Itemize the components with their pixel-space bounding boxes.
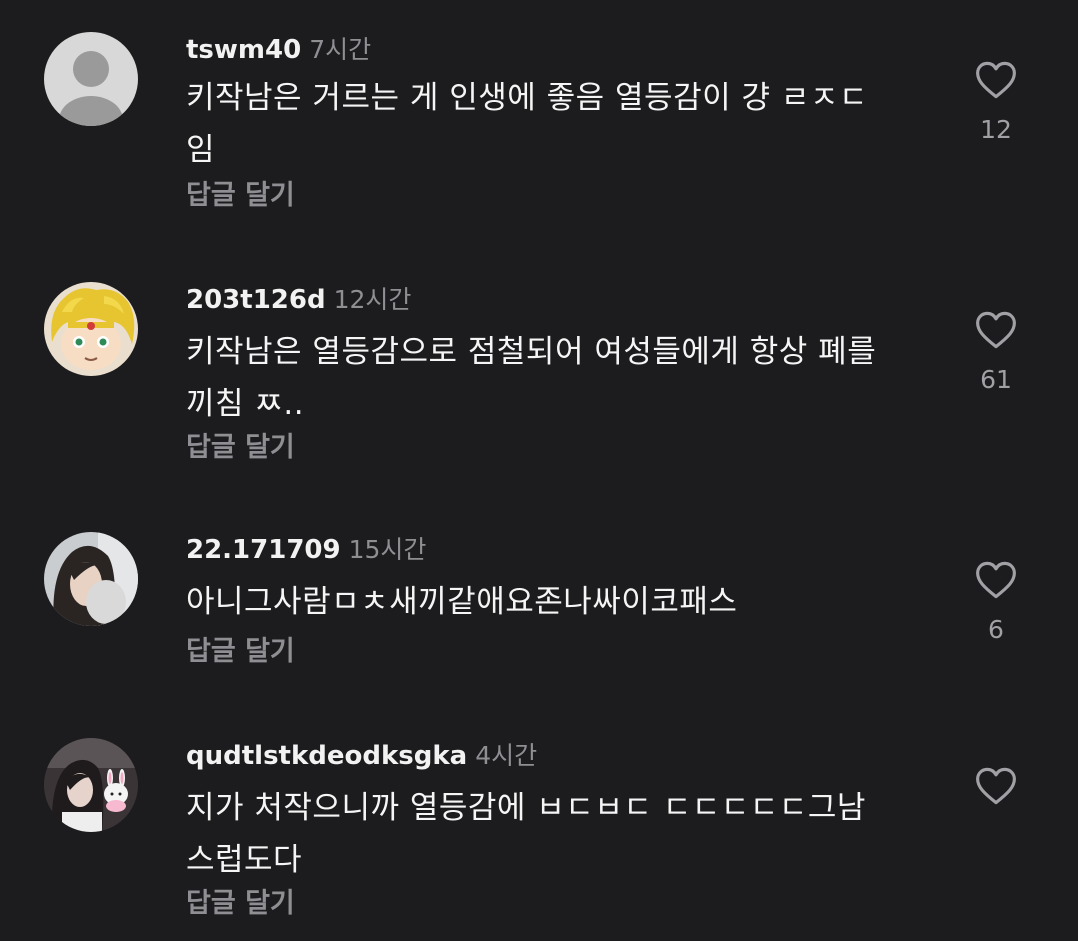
comment-text: 지가 처작으니까 열등감에 ㅂㄷㅂㄷ ㄷㄷㄷㄷㄷ그남스럽도다 xyxy=(186,790,866,878)
comment-header: 22.171709 15시간 xyxy=(186,530,426,570)
comment-item: qudtlstkdeodksgka 4시간 지가 처작으니까 열등감에 ㅂㄷㅂㄷ … xyxy=(0,736,1078,936)
like-button[interactable] xyxy=(966,766,1026,814)
like-count: 12 xyxy=(980,115,1012,144)
heart-outline-icon xyxy=(976,767,1016,805)
reply-button[interactable]: 답글 달기 xyxy=(186,884,295,924)
comment-item: 203t126d 12시간 키작남은 열등감으로 점철되어 여성들에게 항상 폐를… xyxy=(0,280,1078,480)
comment-header: 203t126d 12시간 xyxy=(186,280,411,320)
username[interactable]: 22.171709 xyxy=(186,535,341,565)
reply-button[interactable]: 답글 달기 xyxy=(186,632,295,672)
timestamp: 7시간 xyxy=(309,35,372,64)
like-section xyxy=(966,766,1026,852)
like-section: 6 xyxy=(966,560,1026,646)
timestamp: 15시간 xyxy=(348,535,427,564)
comment-header: tswm40 7시간 xyxy=(186,30,371,70)
like-count: 61 xyxy=(980,365,1012,394)
avatar[interactable] xyxy=(44,282,138,376)
comment-item: tswm40 7시간 키작남은 거르는 게 인생에 좋음 열등감이 걍 ㄹㅈㄷ임 … xyxy=(0,28,1078,228)
comment-text: 키작남은 거르는 게 인생에 좋음 열등감이 걍 ㄹㅈㄷ임 xyxy=(186,80,868,168)
timestamp: 4시간 xyxy=(475,741,538,770)
comment-text: 키작남은 열등감으로 점철되어 여성들에게 항상 폐를 끼침 ㅉ.. xyxy=(186,334,877,422)
reply-button[interactable]: 답글 달기 xyxy=(186,428,295,468)
like-count xyxy=(966,820,1026,852)
person-bunny-photo-icon xyxy=(44,738,138,832)
like-section: 61 xyxy=(966,310,1026,396)
person-photo-icon xyxy=(44,532,138,626)
heart-outline-icon xyxy=(976,561,1016,599)
like-button[interactable] xyxy=(966,60,1026,108)
comment-item: 22.171709 15시간 아니그사람ㅁㅊ새끼같애요존나싸이코패스 답글 달기 … xyxy=(0,530,1078,680)
comment-text: 아니그사람ㅁㅊ새끼같애요존나싸이코패스 xyxy=(186,584,738,620)
avatar[interactable] xyxy=(44,32,138,126)
like-button[interactable] xyxy=(966,310,1026,358)
like-button[interactable] xyxy=(966,560,1026,608)
like-section: 12 xyxy=(966,60,1026,146)
username[interactable]: 203t126d xyxy=(186,285,326,315)
comment-header: qudtlstkdeodksgka 4시간 xyxy=(186,736,537,776)
username[interactable]: qudtlstkdeodksgka xyxy=(186,741,467,771)
username[interactable]: tswm40 xyxy=(186,35,301,65)
default-avatar-icon xyxy=(44,32,138,126)
cartoon-avatar-icon xyxy=(44,282,138,376)
like-count: 6 xyxy=(988,615,1004,644)
heart-outline-icon xyxy=(976,61,1016,99)
timestamp: 12시간 xyxy=(333,285,412,314)
avatar[interactable] xyxy=(44,738,138,832)
heart-outline-icon xyxy=(976,311,1016,349)
avatar[interactable] xyxy=(44,532,138,626)
reply-button[interactable]: 답글 달기 xyxy=(186,176,295,216)
